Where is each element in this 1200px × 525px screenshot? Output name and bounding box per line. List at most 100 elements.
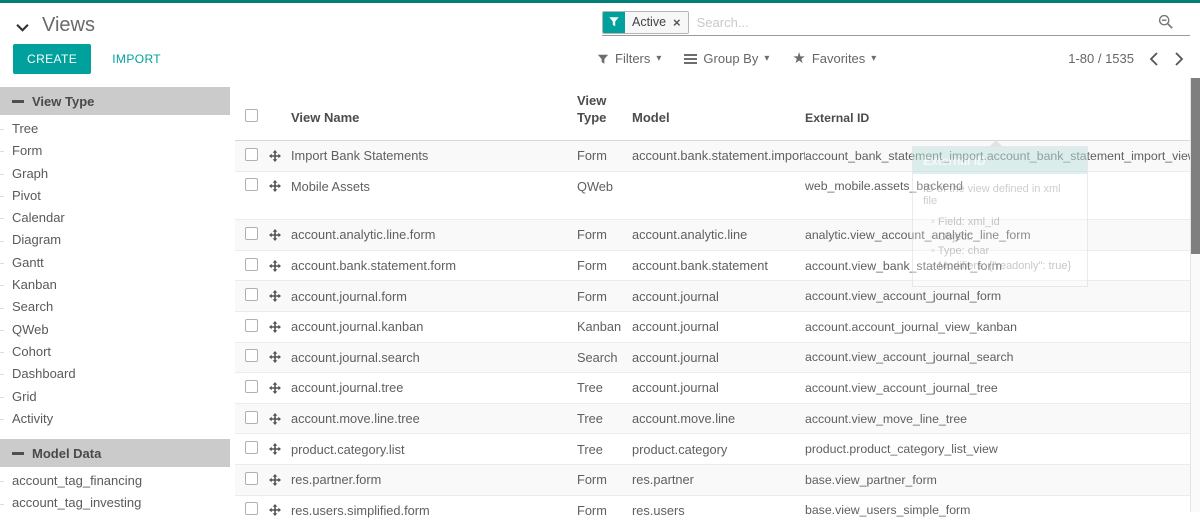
- table-row[interactable]: account.move.line.treeTreeaccount.move.l…: [235, 403, 1190, 434]
- sidebar-item[interactable]: Tree: [0, 118, 230, 140]
- drag-handle-icon[interactable]: [269, 260, 281, 272]
- search-icon[interactable]: [1158, 14, 1174, 30]
- row-checkbox[interactable]: [245, 319, 258, 332]
- filters-dropdown[interactable]: Filters ▾: [597, 51, 661, 66]
- drag-handle-icon[interactable]: [269, 150, 281, 162]
- row-checkbox[interactable]: [245, 178, 258, 191]
- table-row[interactable]: account.journal.searchSearchaccount.jour…: [235, 342, 1190, 373]
- scrollbar-thumb[interactable]: [1191, 78, 1200, 254]
- table-row[interactable]: account.journal.treeTreeaccount.journala…: [235, 372, 1190, 403]
- create-button[interactable]: CREATE: [13, 44, 91, 74]
- search-input[interactable]: [689, 15, 1158, 30]
- drag-handle-icon[interactable]: [269, 504, 281, 516]
- sidebar-item[interactable]: Graph: [0, 163, 230, 185]
- group-by-label: Group By: [703, 51, 758, 66]
- chevron-down-icon[interactable]: [16, 23, 29, 32]
- drag-handle-icon[interactable]: [269, 229, 281, 241]
- favorites-dropdown[interactable]: ★ Favorites ▾: [792, 51, 876, 66]
- drag-handle-icon[interactable]: [269, 443, 281, 455]
- row-drag-cell: [269, 290, 291, 302]
- sidebar-item[interactable]: Cohort: [0, 341, 230, 363]
- select-all-cell: [235, 109, 269, 140]
- sidebar-item[interactable]: Search: [0, 296, 230, 318]
- row-drag-cell: [269, 150, 291, 162]
- row-checkbox[interactable]: [245, 380, 258, 393]
- sidebar-item[interactable]: Gantt: [0, 252, 230, 274]
- model-cell: res.users: [632, 503, 805, 518]
- view-type-cell: Kanban: [577, 319, 632, 334]
- external-id-cell: account.view_account_journal_search: [805, 350, 1190, 364]
- external-id-cell: account.view_account_journal_form: [805, 289, 1190, 303]
- pager-next-icon[interactable]: [1174, 52, 1184, 66]
- drag-handle-icon[interactable]: [269, 413, 281, 425]
- row-checkbox[interactable]: [245, 148, 258, 161]
- row-checkbox[interactable]: [245, 349, 258, 362]
- drag-handle-icon[interactable]: [269, 351, 281, 363]
- vertical-scrollbar[interactable]: [1190, 78, 1200, 512]
- external-id-cell: account.view_move_line_tree: [805, 412, 1190, 426]
- sidebar-section-title: Model Data: [32, 446, 101, 461]
- sidebar-item[interactable]: Grid: [0, 386, 230, 408]
- sidebar-item[interactable]: account_tag_investing: [0, 492, 230, 512]
- row-checkbox[interactable]: [245, 502, 258, 515]
- group-by-dropdown[interactable]: Group By ▾: [684, 51, 769, 66]
- caret-down-icon: ▾: [871, 54, 876, 64]
- view-name-cell: account.journal.form: [291, 289, 577, 304]
- sidebar-item[interactable]: Activity: [0, 408, 230, 430]
- column-header-model[interactable]: Model: [632, 109, 805, 140]
- import-button[interactable]: IMPORT: [106, 51, 167, 67]
- column-header-external-id[interactable]: External ID: [805, 110, 1190, 140]
- model-cell: account.bank.statement.import: [632, 148, 805, 163]
- row-checkbox-cell: [235, 319, 269, 335]
- tooltip-modifiers: Modifiers: {"readonly": true}: [931, 259, 1079, 274]
- column-header-view-type[interactable]: View Type: [577, 92, 632, 140]
- sidebar-item[interactable]: Dashboard: [0, 363, 230, 385]
- table-row[interactable]: account.journal.kanbanKanbanaccount.jour…: [235, 311, 1190, 342]
- row-checkbox[interactable]: [245, 411, 258, 424]
- view-type-cell: Form: [577, 503, 632, 518]
- row-checkbox[interactable]: [245, 258, 258, 271]
- sidebar-item[interactable]: Kanban: [0, 274, 230, 296]
- minus-icon: [12, 100, 24, 103]
- row-checkbox[interactable]: [245, 441, 258, 454]
- view-type-cell: Form: [577, 289, 632, 304]
- column-header-view-name[interactable]: View Name: [291, 109, 577, 140]
- row-checkbox[interactable]: [245, 288, 258, 301]
- drag-handle-icon[interactable]: [269, 382, 281, 394]
- drag-handle-icon[interactable]: [269, 321, 281, 333]
- row-drag-cell: [269, 180, 291, 192]
- drag-handle-icon[interactable]: [269, 290, 281, 302]
- row-checkbox[interactable]: [245, 227, 258, 240]
- view-type-cell: Form: [577, 148, 632, 163]
- filters-label: Filters: [615, 51, 650, 66]
- model-cell: account.bank.statement: [632, 258, 805, 273]
- view-type-cell: Search: [577, 350, 632, 365]
- sidebar-item[interactable]: Form: [0, 140, 230, 162]
- facet-remove-icon[interactable]: ×: [673, 16, 681, 29]
- view-type-cell: Form: [577, 227, 632, 242]
- view-name-cell: account.journal.search: [291, 350, 577, 365]
- sidebar-item[interactable]: account_tag_financing: [0, 470, 230, 492]
- model-cell: product.category: [632, 442, 805, 457]
- external-id-cell: base.view_users_simple_form: [805, 503, 1190, 517]
- pager-previous-icon[interactable]: [1149, 52, 1159, 66]
- drag-handle-icon[interactable]: [269, 474, 281, 486]
- sidebar-item[interactable]: Calendar: [0, 207, 230, 229]
- table-row[interactable]: product.category.listTreeproduct.categor…: [235, 433, 1190, 464]
- table-row[interactable]: res.users.simplified.formFormres.usersba…: [235, 495, 1190, 525]
- external-id-tooltip: External ID ID of the view defined in xm…: [912, 146, 1088, 287]
- external-id-cell: account.account_journal_view_kanban: [805, 320, 1190, 334]
- row-drag-cell: [269, 229, 291, 241]
- row-checkbox[interactable]: [245, 472, 258, 485]
- sidebar-item[interactable]: Pivot: [0, 185, 230, 207]
- tooltip-type: Type: char: [931, 244, 1079, 259]
- table-row[interactable]: res.partner.formFormres.partnerbase.view…: [235, 464, 1190, 495]
- sidebar-item[interactable]: QWeb: [0, 319, 230, 341]
- row-checkbox-cell: [235, 380, 269, 396]
- views-table: View Name View Type Model External ID Im…: [235, 78, 1190, 512]
- view-type-cell: Tree: [577, 411, 632, 426]
- sidebar-item[interactable]: Diagram: [0, 229, 230, 251]
- page-title: Views: [42, 14, 95, 37]
- select-all-checkbox[interactable]: [245, 109, 258, 122]
- drag-handle-icon[interactable]: [269, 180, 281, 192]
